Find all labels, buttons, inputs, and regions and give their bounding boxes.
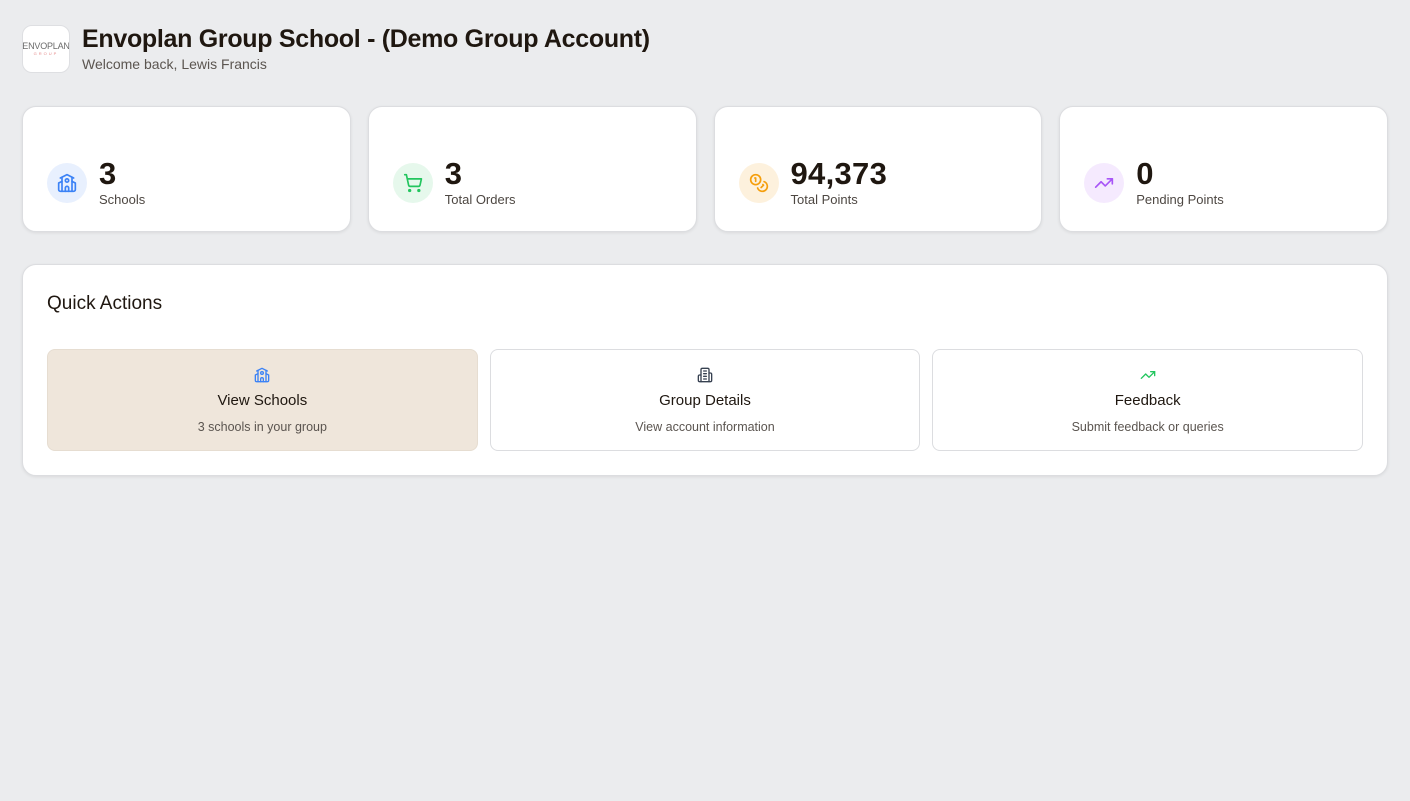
action-subtitle: 3 schools in your group [197,420,327,434]
stat-value: 0 [1136,156,1154,191]
action-subtitle: View account information [635,420,775,434]
stat-card-schools: 3 Schools [22,106,351,232]
stat-value: 3 [444,156,463,191]
view-schools-button[interactable]: View Schools 3 schools in your group [47,349,478,451]
stat-icon-badge [1084,163,1125,203]
school-icon [254,367,270,383]
feedback-button[interactable]: Feedback Submit feedback or queries [932,349,1364,451]
page-header: ENVOPLAN GROUP Envoplan Group School - (… [22,24,650,73]
stat-icon-badge [738,163,779,203]
action-title: Feedback [1114,392,1181,409]
group-details-button[interactable]: Group Details View account information [489,349,921,451]
quick-actions-title: Quick Actions [47,293,163,314]
stat-card-orders: 3 Total Orders [367,106,697,232]
stat-label: Pending Points [1136,192,1224,207]
stat-value: 94,373 [790,156,888,191]
stat-label: Total Orders [444,192,516,207]
stat-card-points: 94,373 Total Points [713,106,1043,232]
quick-actions-panel: Quick Actions View Schools 3 schools in … [22,264,1388,476]
coins-icon [749,173,768,193]
action-subtitle: Submit feedback or queries [1071,420,1224,434]
building-icon [697,367,713,383]
welcome-message: Welcome back, Lewis Francis [82,56,267,72]
trending-up-icon [1140,371,1156,379]
quick-actions-list: View Schools 3 schools in your group Gro… [47,349,1364,451]
action-title: Group Details [659,392,751,409]
action-title: View Schools [217,392,308,409]
page-title: Envoplan Group School - (Demo Group Acco… [82,25,650,53]
cart-icon [403,173,422,193]
stat-icon-badge [47,163,87,203]
group-logo: ENVOPLAN GROUP [22,24,70,73]
logo-wordmark: ENVOPLAN [22,41,70,51]
stats-row: 3 Schools 3 Total Orders 94,373 Total Po… [22,106,1388,232]
stat-icon-badge [392,163,433,203]
school-icon [57,173,77,193]
stat-value: 3 [99,156,117,191]
stat-label: Schools [99,192,146,207]
logo-subtext: GROUP [33,51,59,56]
trending-up-icon [1095,178,1114,188]
stat-label: Total Points [790,192,858,207]
stat-card-pending: 0 Pending Points [1059,106,1388,232]
